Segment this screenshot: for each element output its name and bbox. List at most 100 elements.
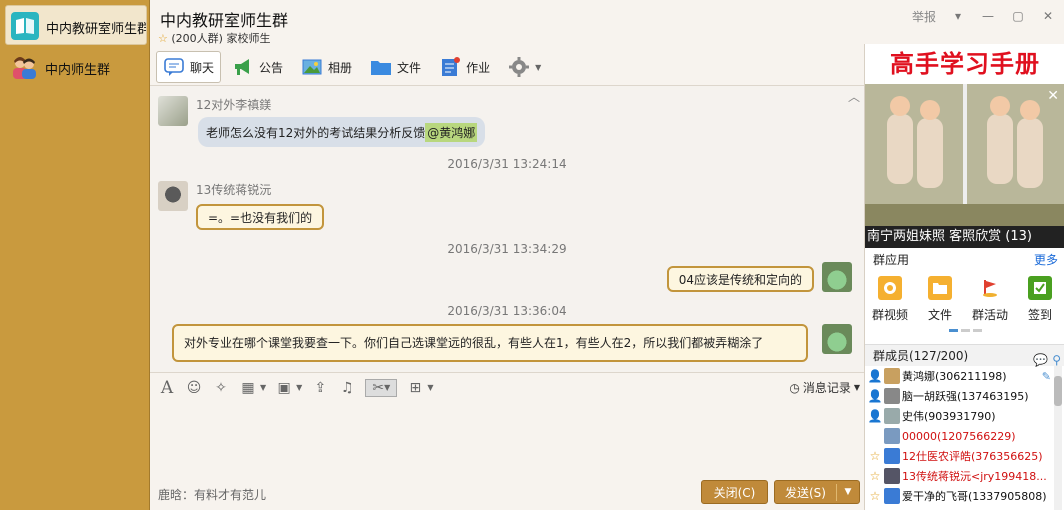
maximize-icon[interactable]: ▢ xyxy=(1010,8,1026,24)
admin-icon: 👤 xyxy=(867,409,883,423)
member-name: 史伟(903931790) xyxy=(902,410,996,423)
screenshot-icon[interactable]: ✂ ▼ xyxy=(365,378,398,397)
app-label: 群活动 xyxy=(971,308,1008,322)
app-label: 群视频 xyxy=(871,308,908,322)
list-item[interactable]: ☆ 12仕医农评皓(376356625) xyxy=(865,446,1051,466)
star-icon: ☆ xyxy=(869,489,881,503)
list-item[interactable]: ☆ 爱干净的飞哥(1337905808) xyxy=(865,486,1051,506)
member-scrollbar[interactable] xyxy=(1054,366,1062,510)
sidebar-item-group-1[interactable]: 中内教研室师生群 xyxy=(5,5,147,45)
tab-label: 相册 xyxy=(328,60,353,75)
chevron-down-icon[interactable]: ▼ xyxy=(260,383,266,392)
message-text: 老师怎么没有12对外的考试结果分析反馈 xyxy=(206,125,426,140)
avatar[interactable] xyxy=(822,262,852,292)
upload-icon[interactable]: ⇪ xyxy=(311,379,329,397)
report-link[interactable]: 举报 xyxy=(912,8,936,25)
signature-text: 鹿晗：有料才有范儿 xyxy=(158,488,267,502)
right-panel: 高手学习手册 ✕ 南宁两姐妹照 客照欣赏 (13) 群应用 更多 群视频 文件 … xyxy=(864,44,1064,510)
message-text: 04应该是传统和定向的 xyxy=(678,272,802,287)
list-item[interactable]: ☆ 13传统蒋锐沅<jry199418... xyxy=(865,466,1051,486)
settings-button[interactable]: ▼ xyxy=(501,51,548,83)
font-icon[interactable]: A xyxy=(158,378,176,398)
message-list[interactable]: ︿ 12对外李禛鎂 老师怎么没有12对外的考试结果分析反馈 @黄鸿娜 2016/3… xyxy=(150,85,864,372)
tab-homework[interactable]: 作业 xyxy=(432,51,497,83)
chevron-down-icon[interactable]: ▼ xyxy=(427,383,433,392)
ad-image[interactable]: ✕ xyxy=(865,84,1064,226)
member-name: 12仕医农评皓(376356625) xyxy=(902,450,1043,463)
message-sender: 13传统蒋锐沅 xyxy=(196,183,272,197)
list-item[interactable]: 👤 脑一胡跃强(137463195) xyxy=(865,386,1051,406)
avatar xyxy=(884,388,900,404)
member-name: 爱干净的飞哥(1337905808) xyxy=(902,490,1047,503)
message-bubble: =。=也没有我们的 xyxy=(196,204,325,230)
sidebar-item-group-2[interactable]: 中内师生群 xyxy=(5,47,147,87)
admin-icon: 👤 xyxy=(867,389,883,403)
flag-icon xyxy=(978,276,1002,300)
tab-announcement[interactable]: 公告 xyxy=(225,51,290,83)
close-icon[interactable]: ✕ xyxy=(1040,8,1056,24)
chevron-down-icon[interactable]: ▼ xyxy=(296,383,302,392)
apps-pager[interactable] xyxy=(949,329,982,332)
homework-icon xyxy=(442,57,461,76)
chevron-down-icon: ▼ xyxy=(535,62,542,72)
member-name: 00000(1207566229) xyxy=(902,429,1016,443)
owner-icon: 👤 xyxy=(867,369,883,383)
close-icon[interactable]: ✕ xyxy=(1047,88,1059,104)
close-button[interactable]: 关闭(C) xyxy=(701,480,768,504)
tab-chat[interactable]: 聊天 xyxy=(156,51,222,83)
emoji-icon[interactable]: ☺ xyxy=(185,379,203,397)
group-list-sidebar: 中内教研室师生群 中内师生群 xyxy=(0,0,150,510)
folder-icon xyxy=(371,61,392,75)
chevron-down-icon[interactable]: ▼ xyxy=(837,487,859,497)
avatar[interactable] xyxy=(822,324,852,354)
message-timestamp: 2016/3/31 13:24:14 xyxy=(447,157,567,171)
list-item[interactable]: 👤 史伟(903931790) xyxy=(865,406,1051,426)
more-tools-icon[interactable]: ⊞ xyxy=(406,379,424,397)
member-list[interactable]: 👤 黄鸿娜(306211198) ✎ 👤 脑一胡跃强(137463195) 👤 … xyxy=(865,366,1051,510)
tab-files[interactable]: 文件 xyxy=(363,51,428,83)
group-title: 中内教研室师生群 xyxy=(160,11,289,30)
dropdown-icon[interactable]: ▾ xyxy=(950,8,966,24)
list-item[interactable]: 👤 黄鸿娜(306211198) ✎ xyxy=(865,366,1051,386)
message-timestamp: 2016/3/31 13:36:04 xyxy=(447,304,567,318)
shake-icon[interactable]: ✧ xyxy=(212,379,230,397)
ad-title[interactable]: 高手学习手册 xyxy=(865,44,1064,84)
mention-tag[interactable]: @黄鸿娜 xyxy=(425,122,478,142)
star-icon: ☆ xyxy=(869,449,881,463)
tab-label: 文件 xyxy=(397,60,422,75)
announcement-icon xyxy=(235,59,250,75)
gear-icon xyxy=(509,57,530,77)
album-icon xyxy=(302,59,322,75)
list-item[interactable]: 00000(1207566229) xyxy=(865,426,1051,446)
app-group-video[interactable]: 群视频 xyxy=(867,276,913,323)
star-icon: ☆ xyxy=(158,32,168,45)
apps-header: 群应用 xyxy=(873,253,910,267)
app-files[interactable]: 文件 xyxy=(917,276,963,323)
message-sender: 12对外李禛鎂 xyxy=(196,98,272,112)
image-icon[interactable]: ▣ xyxy=(275,379,293,397)
app-checkin[interactable]: 签到 xyxy=(1017,276,1063,323)
avatar xyxy=(884,488,900,504)
music-icon[interactable]: ♫ xyxy=(338,379,356,397)
ad-caption[interactable]: 南宁两姐妹照 客照欣赏 (13) xyxy=(865,226,1064,248)
avatar xyxy=(884,428,900,444)
send-button[interactable]: 发送(S) ▼ xyxy=(774,480,860,504)
gift-icon[interactable]: ▦ xyxy=(239,379,257,397)
collapse-icon[interactable]: ︿ xyxy=(848,88,860,105)
apps-more-link[interactable]: 更多 xyxy=(1034,251,1058,268)
avatar[interactable] xyxy=(158,96,188,126)
message-bubble: 04应该是传统和定向的 xyxy=(666,266,814,292)
message-bubble: 老师怎么没有12对外的考试结果分析反馈 @黄鸿娜 xyxy=(198,117,486,147)
tab-album[interactable]: 相册 xyxy=(294,51,359,83)
history-label: 消息记录 xyxy=(802,381,851,395)
minimize-icon[interactable]: — xyxy=(980,8,996,24)
message-input[interactable]: 鹿晗：有料才有范儿 关闭(C) 发送(S) ▼ xyxy=(150,402,864,510)
message-text: =。=也没有我们的 xyxy=(208,210,313,225)
history-button[interactable]: ◷ 消息记录 ▼ xyxy=(789,379,860,396)
edit-icon[interactable]: ✎ xyxy=(1042,370,1051,383)
app-group-activity[interactable]: 群活动 xyxy=(967,276,1013,323)
clock-icon: ◷ xyxy=(789,380,800,395)
avatar xyxy=(884,408,900,424)
avatar[interactable] xyxy=(158,181,188,211)
member-name: 脑一胡跃强(137463195) xyxy=(902,390,1029,403)
